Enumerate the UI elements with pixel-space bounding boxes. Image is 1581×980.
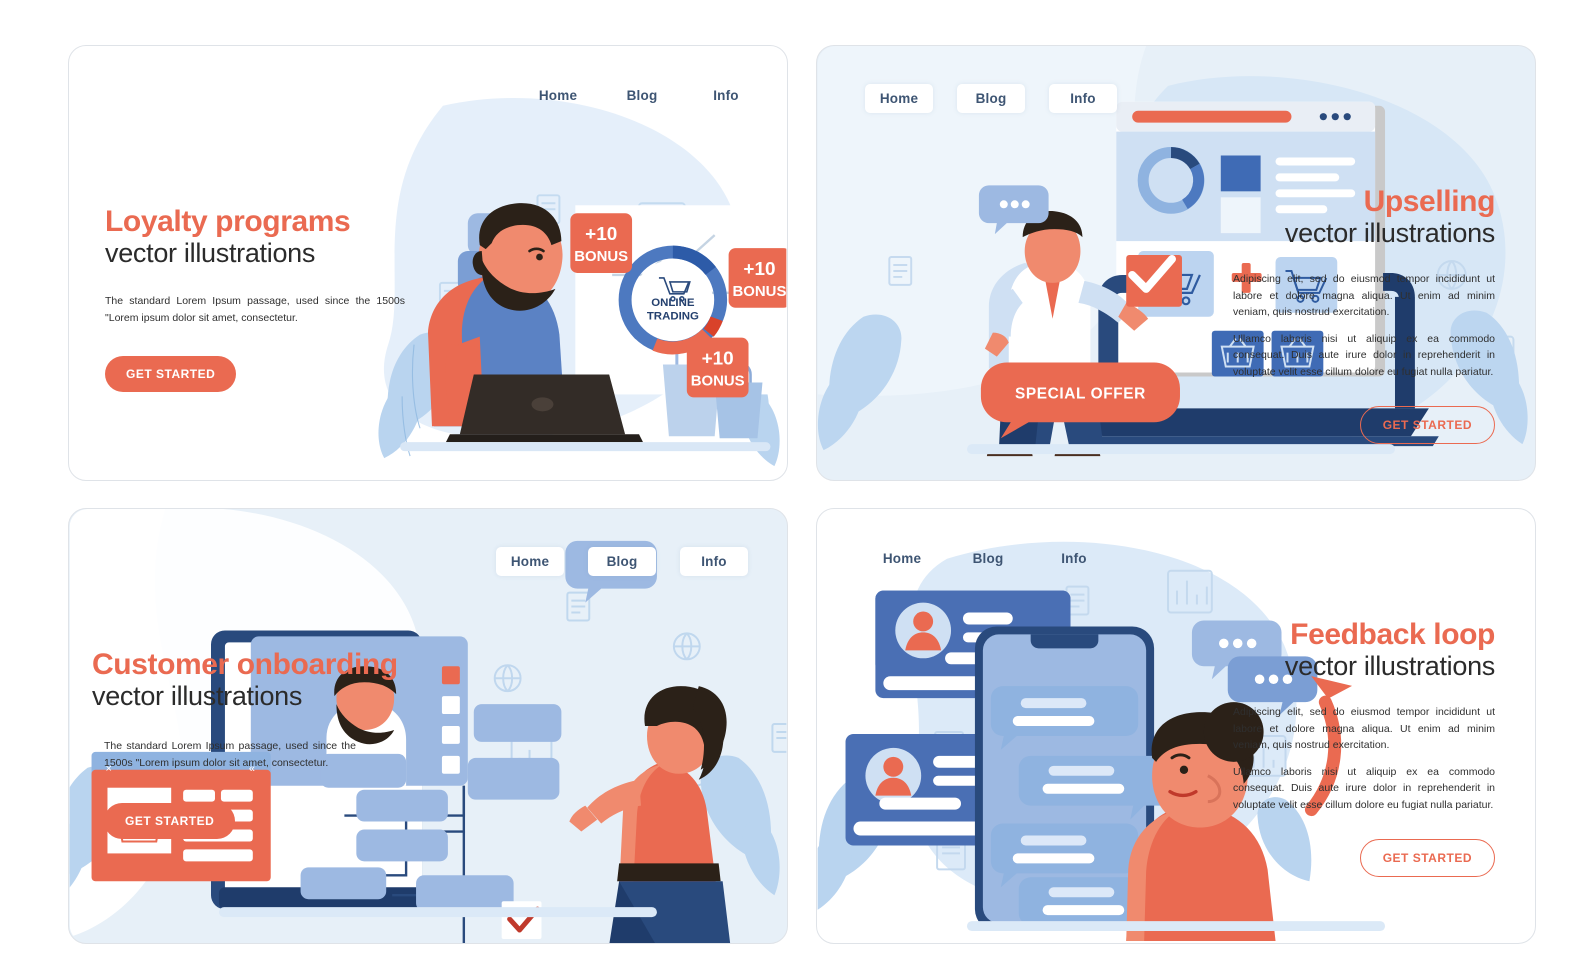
nav-item-info[interactable]: Info bbox=[684, 84, 768, 107]
card-loyalty-programs: ONLINE TRADING +10 BONUS +10 BONUS +10 B… bbox=[68, 45, 788, 481]
nav-item-blog[interactable]: Blog bbox=[945, 547, 1031, 570]
nav-item-blog[interactable]: Blog bbox=[600, 84, 684, 107]
get-started-button[interactable]: GET STARTED bbox=[1359, 405, 1495, 444]
page-title-secondary: vector illustrations bbox=[105, 237, 316, 268]
nav-item-info[interactable]: Info bbox=[1049, 84, 1117, 113]
paragraph-group: Adipiscing elit, sed do eiusmod tempor i… bbox=[1233, 271, 1495, 380]
paragraph-group: Adipiscing elit, sed do eiusmod tempor i… bbox=[1233, 704, 1495, 813]
body-paragraph: Ullamco laboris nisi ut aliquip ex ea co… bbox=[1233, 766, 1495, 811]
body-paragraph: Adipiscing elit, sed do eiusmod tempor i… bbox=[1233, 273, 1495, 318]
body-paragraph: Adipiscing elit, sed do eiusmod tempor i… bbox=[1233, 706, 1495, 751]
page-title-primary: Loyalty programs bbox=[105, 205, 351, 238]
nav-customer-onboarding: Home Blog Info bbox=[496, 547, 748, 576]
card-upselling: SPECIAL OFFER Home Blog Info Upselling v… bbox=[816, 45, 1536, 481]
nav-item-home[interactable]: Home bbox=[859, 547, 945, 570]
page-title-primary: Feedback loop bbox=[1290, 618, 1495, 651]
copy-loyalty-programs: Loyalty programs vector illustrations Th… bbox=[105, 206, 405, 392]
nav-item-home[interactable]: Home bbox=[516, 84, 600, 107]
copy-feedback-loop: Feedback loop vector illustrations Adipi… bbox=[1233, 619, 1495, 877]
svg-text:BONUS: BONUS bbox=[733, 283, 787, 300]
nav-feedback-loop: Home Blog Info bbox=[859, 547, 1117, 570]
get-started-button[interactable]: GET STARTED bbox=[105, 355, 237, 392]
svg-text:+10: +10 bbox=[702, 349, 734, 370]
get-started-button[interactable]: GET STARTED bbox=[1359, 838, 1495, 877]
svg-text:TRADING: TRADING bbox=[647, 311, 699, 323]
nav-item-home[interactable]: Home bbox=[865, 84, 933, 113]
get-started-button[interactable]: GET STARTED bbox=[104, 802, 236, 839]
paragraph-group: The standard Lorem Ipsum passage, used s… bbox=[105, 293, 405, 326]
svg-text:ONLINE: ONLINE bbox=[651, 297, 695, 309]
card-feedback-loop: Home Blog Info Feedback loop vector illu… bbox=[816, 508, 1536, 944]
page-title-secondary: vector illustrations bbox=[1284, 217, 1495, 248]
nav-loyalty-programs: Home Blog Info bbox=[516, 84, 768, 107]
copy-upselling: Upselling vector illustrations Adipiscin… bbox=[1233, 186, 1495, 444]
nav-item-blog[interactable]: Blog bbox=[957, 84, 1025, 113]
nav-item-blog[interactable]: Blog bbox=[588, 547, 656, 576]
cta-wrap: GET STARTED bbox=[105, 355, 405, 392]
svg-text:+10: +10 bbox=[743, 259, 775, 280]
page-title-primary: Upselling bbox=[1363, 185, 1496, 218]
page-title-secondary: vector illustrations bbox=[92, 680, 303, 711]
copy-customer-onboarding: Customer onboarding vector illustrations… bbox=[92, 649, 412, 839]
svg-text:SPECIAL OFFER: SPECIAL OFFER bbox=[1015, 385, 1146, 402]
nav-upselling: Home Blog Info bbox=[865, 84, 1117, 113]
svg-text:BONUS: BONUS bbox=[574, 248, 628, 265]
card-customer-onboarding: × « Home Blog Info Customer onboarding v… bbox=[68, 508, 788, 944]
illustration-set-sheet: ONLINE TRADING +10 BONUS +10 BONUS +10 B… bbox=[0, 0, 1581, 980]
cta-wrap: GET STARTED bbox=[104, 802, 412, 839]
nav-item-info[interactable]: Info bbox=[1031, 547, 1117, 570]
nav-item-home[interactable]: Home bbox=[496, 547, 564, 576]
body-paragraph: Ullamco laboris nisi ut aliquip ex ea co… bbox=[1233, 333, 1495, 378]
cta-wrap: GET STARTED bbox=[1233, 838, 1495, 877]
page-title-primary: Customer onboarding bbox=[92, 648, 398, 681]
paragraph-group: The standard Lorem Ipsum passage, used s… bbox=[104, 738, 356, 771]
svg-text:+10: +10 bbox=[585, 224, 617, 245]
page-title-secondary: vector illustrations bbox=[1284, 650, 1495, 681]
cta-wrap: GET STARTED bbox=[1233, 405, 1495, 444]
body-paragraph: The standard Lorem Ipsum passage, used s… bbox=[104, 740, 356, 769]
nav-item-info[interactable]: Info bbox=[680, 547, 748, 576]
body-paragraph: The standard Lorem Ipsum passage, used s… bbox=[105, 295, 405, 324]
svg-text:BONUS: BONUS bbox=[691, 372, 745, 389]
